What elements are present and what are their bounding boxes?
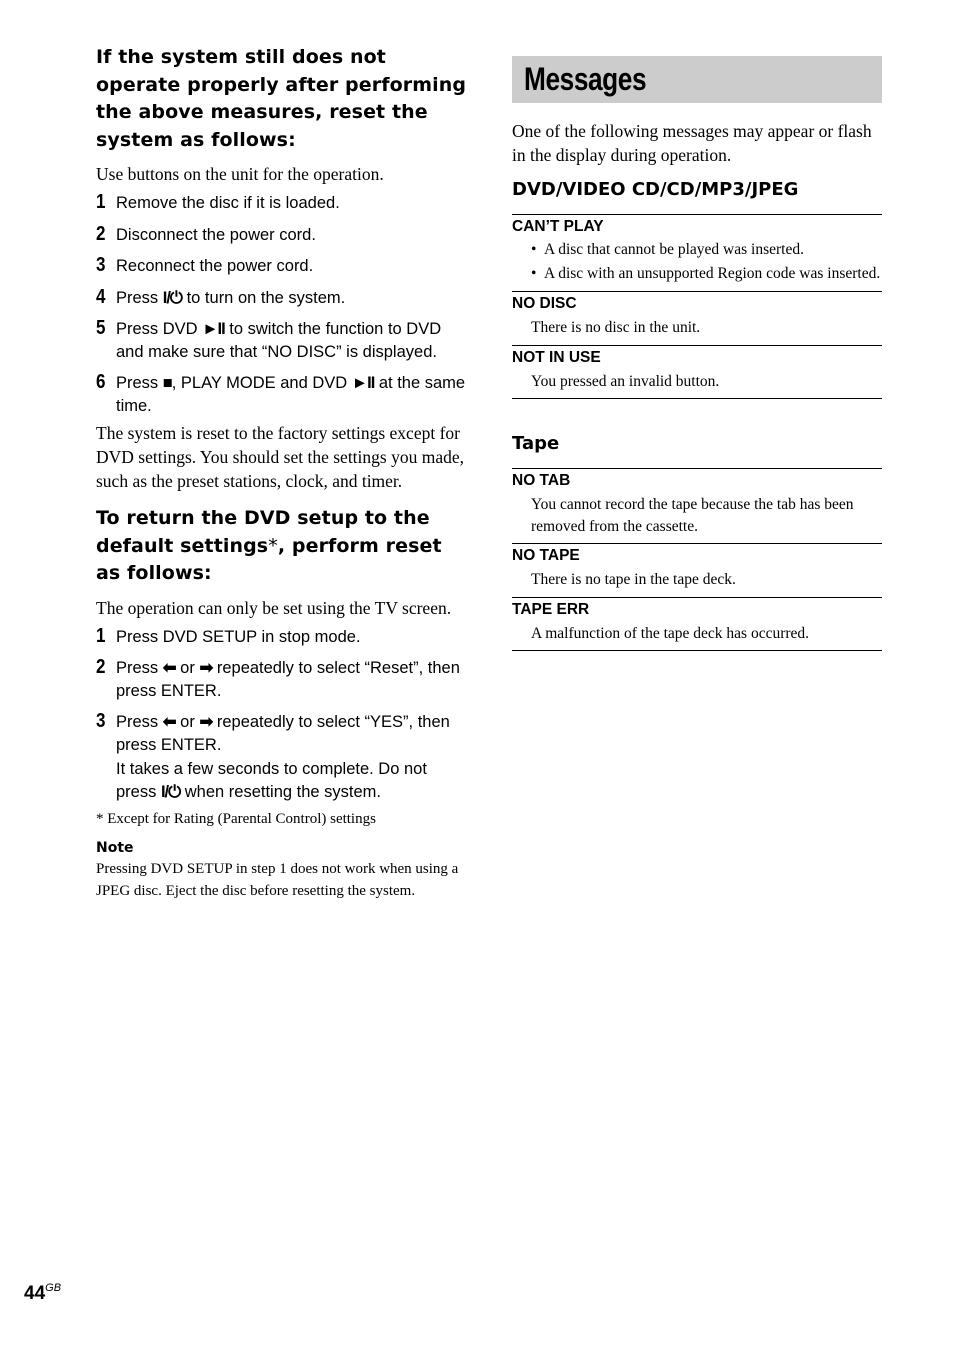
step-number: 2 — [96, 222, 106, 245]
step-text: Reconnect the power cord. — [116, 257, 314, 275]
reset-step-4: 4 Press I/⏻ to turn on the system. — [96, 285, 468, 310]
step-text: Press DVD — [116, 320, 203, 338]
message-name: NO DISC — [512, 295, 577, 312]
message-tape-err: TAPE ERR A malfunction of the tape deck … — [512, 596, 882, 651]
step-text: Press DVD SETUP in stop mode. — [116, 627, 361, 646]
play-pause-icon: ►II — [202, 320, 225, 338]
stop-icon: ■ — [162, 374, 173, 392]
step-text: or — [175, 713, 200, 731]
tape-section-heading: Tape — [512, 433, 560, 454]
message-name: NO TAPE — [512, 547, 580, 564]
messages-title-band: Messages — [512, 56, 882, 103]
messages-intro: One of the following messages may appear… — [512, 121, 872, 165]
reset-step-3: 3 Reconnect the power cord. — [96, 254, 468, 278]
dvd-reset-intro: The operation can only be set using the … — [96, 597, 452, 618]
step-text: when resetting the system. — [180, 782, 382, 801]
left-arrow-icon: ⬅ — [162, 713, 177, 731]
footnote: * Except for Rating (Parental Control) s… — [96, 811, 376, 827]
reset-steps-list: 1 Remove the disc if it is loaded. 2 Dis… — [96, 191, 468, 417]
power-icon: I/⏻ — [160, 782, 181, 801]
divider — [512, 650, 882, 651]
messages-title: Messages — [524, 61, 647, 97]
footnote-marker: * — [268, 534, 278, 557]
dvd-reset-step-2: 2 Press ⬅ or ➡ repeatedly to select “Res… — [96, 656, 468, 702]
reset-step-6: 6 Press ■, PLAY MODE and DVD ►II at the … — [96, 371, 468, 417]
message-name: NO TAB — [512, 472, 571, 489]
reset-step-1: 1 Remove the disc if it is loaded. — [96, 191, 468, 215]
step-number: 3 — [96, 710, 106, 732]
page-number: 44GB — [24, 1282, 61, 1305]
reset-system-heading: If the system still does not operate pro… — [96, 46, 467, 151]
message-bullet: A disc with an unsupported Region code w… — [512, 263, 882, 285]
reset-intro: Use buttons on the unit for the operatio… — [96, 164, 384, 184]
message-description: A malfunction of the tape deck has occur… — [531, 624, 810, 642]
play-pause-icon: ►II — [351, 374, 375, 392]
message-no-tape: NO TAPE There is no tape in the tape dec… — [512, 543, 882, 597]
message-description: There is no disc in the unit. — [531, 319, 701, 336]
dvd-reset-step-3: 3 Press ⬅ or ➡ repeatedly to select “YES… — [96, 710, 468, 803]
note-title: Note — [96, 840, 134, 856]
dvd-section-heading: DVD/VIDEO CD/CD/MP3/JPEG — [512, 179, 799, 200]
message-description: You cannot record the tape because the t… — [531, 496, 854, 535]
page-number-value: 44 — [24, 1283, 46, 1304]
note-text: Pressing DVD SETUP in step 1 does not wo… — [96, 861, 459, 899]
step-number: 6 — [96, 371, 106, 393]
divider — [512, 398, 882, 399]
tape-messages-list: NO TAB You cannot record the tape becaus… — [512, 468, 882, 651]
reset-result-text: The system is reset to the factory setti… — [96, 423, 464, 491]
reset-step-2: 2 Disconnect the power cord. — [96, 222, 468, 247]
message-description: You pressed an invalid button. — [531, 372, 720, 390]
step-3-extra: It takes a few seconds to complete. Do n… — [116, 758, 468, 803]
dvd-reset-step-1: 1 Press DVD SETUP in stop mode. — [96, 624, 468, 649]
step-number: 1 — [96, 191, 106, 213]
message-name: CAN’T PLAY — [512, 218, 604, 235]
step-text: Press — [116, 374, 163, 392]
step-number: 2 — [96, 656, 106, 678]
dvd-messages-list: CAN’T PLAY A disc that cannot be played … — [512, 214, 882, 399]
message-cant-play: CAN’T PLAY A disc that cannot be played … — [512, 214, 882, 291]
step-text: to turn on the system. — [182, 288, 346, 307]
step-number: 1 — [96, 624, 106, 647]
power-icon: I/⏻ — [162, 288, 183, 307]
step-text: Disconnect the power cord. — [116, 225, 316, 244]
left-column: If the system still does not operate pro… — [96, 44, 468, 902]
step-text: Remove the disc if it is loaded. — [116, 194, 340, 212]
left-arrow-icon: ⬅ — [162, 659, 177, 677]
step-text: or — [175, 659, 200, 677]
right-column: Messages One of the following messages m… — [512, 56, 882, 651]
message-name: NOT IN USE — [512, 348, 601, 366]
message-no-disc: NO DISC There is no disc in the unit. — [512, 291, 882, 345]
step-number: 4 — [96, 285, 106, 308]
step-number: 5 — [96, 317, 106, 339]
step-text: Press — [116, 288, 163, 307]
right-arrow-icon: ➡ — [199, 713, 213, 731]
message-not-in-use: NOT IN USE You pressed an invalid button… — [512, 344, 882, 399]
message-name: TAPE ERR — [512, 600, 590, 618]
step-text: Press — [116, 659, 163, 677]
step-number: 3 — [96, 254, 106, 276]
message-description: There is no tape in the tape deck. — [531, 571, 736, 588]
right-arrow-icon: ➡ — [199, 659, 213, 677]
message-bullet: A disc that cannot be played was inserte… — [512, 239, 882, 261]
page-number-suffix: GB — [45, 1282, 62, 1294]
step-text: , PLAY MODE and DVD — [171, 374, 352, 392]
dvd-reset-heading: To return the DVD setup to the default s… — [96, 505, 468, 588]
reset-step-5: 5 Press DVD ►II to switch the function t… — [96, 317, 468, 363]
step-text: Press — [116, 713, 163, 731]
dvd-reset-steps-list: 1 Press DVD SETUP in stop mode. 2 Press … — [96, 624, 468, 804]
message-no-tab: NO TAB You cannot record the tape becaus… — [512, 468, 882, 543]
